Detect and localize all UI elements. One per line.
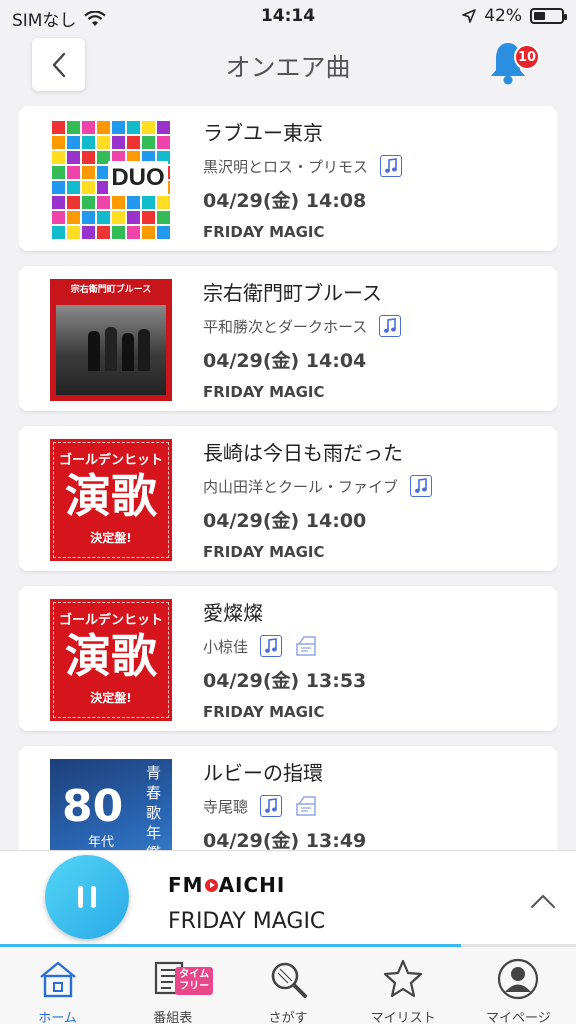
location-arrow-icon <box>462 9 477 23</box>
notification-button[interactable]: 10 <box>488 40 540 88</box>
song-card[interactable]: 80年代総集編青春歌年鑑ルビーの指環寺尾聰04/29(金) 13:49 <box>19 746 557 850</box>
tab-label: マイページ <box>485 1011 551 1024</box>
song-card[interactable]: ゴールデンヒット 演歌決定盤! 愛燦燦小椋佳 04/29(金) 13:53 FRIDAY… <box>19 586 557 731</box>
timefree-badge: タイム フリー <box>175 967 214 995</box>
music-note-icon[interactable] <box>260 635 283 657</box>
artist-row: 寺尾聰 <box>203 792 547 820</box>
album-art: ゴールデンヒット 演歌決定盤! <box>50 599 172 721</box>
onair-time: 04/29(金) 14:08 <box>203 190 367 212</box>
album-art-side-text: 青春歌年鑑 <box>146 764 162 850</box>
album-art-top-text: ゴールデンヒット <box>58 453 163 468</box>
artist-row: 黒沢明とロス・プリモス <box>203 152 547 180</box>
program-name: FRIDAY MAGIC <box>203 703 325 721</box>
music-note-icon[interactable] <box>380 155 403 177</box>
battery-level <box>534 12 545 20</box>
tab-home[interactable]: ホーム <box>0 947 115 1024</box>
song-title: ラブユー東京 <box>203 121 323 145</box>
tab-program-guide[interactable]: タイム フリー番組表 <box>115 947 230 1024</box>
home-icon <box>36 957 80 1001</box>
album-art-number: 80 <box>62 781 124 832</box>
artist-name: 内山田洋とクール・ファイブ <box>203 477 399 496</box>
music-note-icon[interactable] <box>410 475 433 497</box>
artist-name: 平和勝次とダークホース <box>203 317 368 336</box>
album-art-sub-text: 決定盤! <box>90 531 132 545</box>
star-icon <box>381 957 425 1001</box>
tab-star[interactable]: マイリスト <box>346 947 461 1024</box>
album-art-top-text: ゴールデンヒット <box>58 613 163 628</box>
cd-icon[interactable] <box>294 635 318 657</box>
onair-time: 04/29(金) 13:49 <box>203 830 367 850</box>
song-title: 宗右衛門町ブルース <box>203 281 382 305</box>
program-name: FRIDAY MAGIC <box>203 543 325 561</box>
song-title: ルビーの指環 <box>203 761 323 785</box>
station-logo-name: AICHI <box>218 873 286 897</box>
header: オンエア曲 10 <box>0 32 576 98</box>
status-bar: SIMなし 14:14 42% <box>0 0 576 32</box>
album-art-label: DUO <box>108 161 168 195</box>
tab-label: マイリスト <box>370 1011 436 1024</box>
song-info: 宗右衛門町ブルース平和勝次とダークホース 04/29(金) 14:04 FRIDAY… <box>203 278 547 404</box>
program-name: FRIDAY MAGIC <box>203 223 325 241</box>
expand-player-button[interactable] <box>530 893 556 913</box>
album-art: 80年代総集編青春歌年鑑 <box>50 759 172 850</box>
artist-name: 黒沢明とロス・プリモス <box>203 157 369 176</box>
search-icon <box>266 957 310 1001</box>
artist-name: 寺尾聰 <box>203 797 249 816</box>
song-info: 愛燦燦小椋佳 04/29(金) 13:53 FRIDAY MAGIC <box>203 598 547 724</box>
song-title: 愛燦燦 <box>203 601 263 625</box>
onair-time: 04/29(金) 14:04 <box>203 350 367 372</box>
album-art: ゴールデンヒット 演歌決定盤! <box>50 439 172 561</box>
now-playing-program: FRIDAY MAGIC <box>168 909 326 934</box>
song-card[interactable]: 宗右衛門町ブルース 宗右衛門町ブルース平和勝次とダークホース 04/29(金) 14… <box>19 266 557 411</box>
song-list: DUO ラブユー東京黒沢明とロス・プリモス 04/29(金) 14:08 FRIDAY… <box>19 106 557 850</box>
album-art: DUO <box>50 119 172 241</box>
artist-row: 平和勝次とダークホース <box>203 312 547 340</box>
pause-icon <box>78 886 96 908</box>
artist-name: 小椋佳 <box>203 637 249 656</box>
tab-label: 番組表 <box>153 1011 193 1024</box>
cd-icon[interactable] <box>294 795 318 817</box>
album-art-sub-text: 決定盤! <box>90 691 132 705</box>
album-art-unit: 年代 <box>88 835 115 850</box>
artist-row: 小椋佳 <box>203 632 547 660</box>
music-note-icon[interactable] <box>260 795 283 817</box>
battery-icon <box>530 8 567 24</box>
tab-bar: ホーム タイム フリー 番組表 さがす マイリスト マイページ <box>0 947 576 1024</box>
tab-user[interactable]: マイページ <box>461 947 576 1024</box>
chevron-up-icon <box>531 895 555 908</box>
user-icon <box>496 957 540 1001</box>
mini-player[interactable]: FM AICHI FRIDAY MAGIC <box>0 850 576 946</box>
song-info: ルビーの指環寺尾聰 04/29(金) 13:49 <box>203 758 547 850</box>
music-note-icon[interactable] <box>379 315 402 337</box>
onair-time: 04/29(金) 13:53 <box>203 670 367 692</box>
tab-label: ホーム <box>38 1011 77 1024</box>
tab-search[interactable]: さがす <box>230 947 345 1024</box>
album-art: 宗右衛門町ブルース <box>50 279 172 401</box>
song-info: ラブユー東京黒沢明とロス・プリモス 04/29(金) 14:08 FRIDAY MA… <box>203 118 547 244</box>
station-logo-fm: FM <box>168 873 204 897</box>
song-info: 長崎は今日も雨だった内山田洋とクール・ファイブ 04/29(金) 14:00 FRI… <box>203 438 547 564</box>
artist-row: 内山田洋とクール・ファイブ <box>203 472 547 500</box>
station-logo: FM AICHI <box>168 873 285 897</box>
pause-button[interactable] <box>45 855 129 939</box>
album-art-title: 宗右衛門町ブルース <box>70 285 152 295</box>
album-art-main-text: 演歌 <box>65 469 157 523</box>
song-title: 長崎は今日も雨だった <box>203 441 403 465</box>
onair-time: 04/29(金) 14:00 <box>203 510 367 532</box>
song-card[interactable]: DUO ラブユー東京黒沢明とロス・プリモス 04/29(金) 14:08 FRIDAY… <box>19 106 557 251</box>
play-dot-icon <box>204 878 218 892</box>
song-card[interactable]: ゴールデンヒット 演歌決定盤! 長崎は今日も雨だった内山田洋とクール・ファイブ 04/… <box>19 426 557 571</box>
notification-badge: 10 <box>514 44 540 70</box>
battery-percent: 42% <box>484 6 522 26</box>
album-art-main-text: 演歌 <box>65 629 157 683</box>
tab-label: さがす <box>268 1011 308 1024</box>
program-name: FRIDAY MAGIC <box>203 383 325 401</box>
